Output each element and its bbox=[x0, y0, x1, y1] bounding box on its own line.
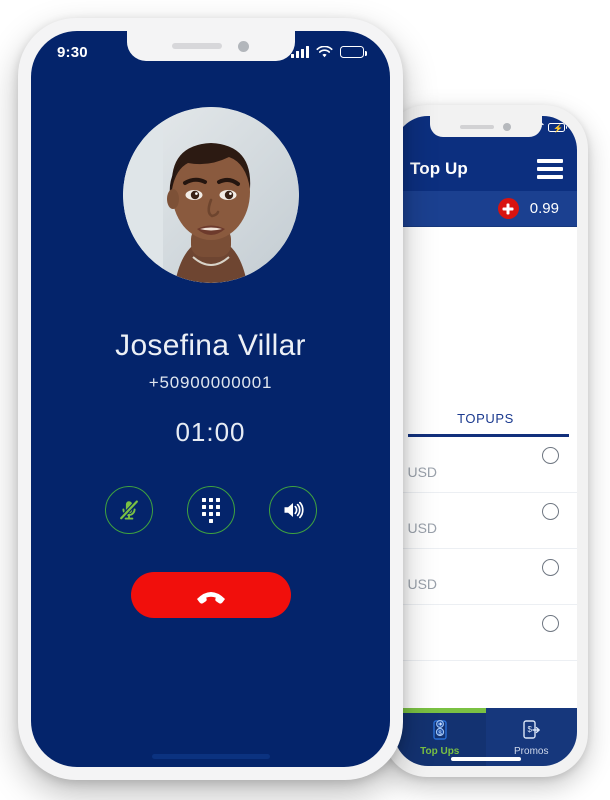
battery-charging-icon: ⚡ bbox=[548, 122, 567, 133]
topup-list: 00 USD 00 USD 00 USD bbox=[394, 437, 577, 661]
home-indicator[interactable] bbox=[151, 754, 270, 759]
signal-bars-icon bbox=[291, 46, 309, 58]
list-item[interactable]: 00 USD bbox=[394, 493, 577, 549]
content-spacer bbox=[394, 227, 577, 399]
mute-button[interactable] bbox=[104, 486, 153, 534]
caller-number: +50900000001 bbox=[148, 373, 273, 392]
left-phone-screen: 9:30 Josefina Villar +50900000001 01:00 bbox=[31, 31, 390, 767]
earpiece-speaker bbox=[172, 43, 222, 49]
right-phone-screen: ⚡ Top Up 0.99 TOPUPS USD USD USD $ Top U… bbox=[394, 116, 577, 766]
tab-topups-label: TOPUPS bbox=[457, 410, 514, 426]
battery-icon bbox=[340, 46, 367, 58]
phone-hangup-icon bbox=[196, 592, 225, 604]
list-item[interactable] bbox=[394, 605, 577, 661]
speaker-icon bbox=[284, 501, 304, 519]
screenshot-stage: ⚡ Top Up 0.99 TOPUPS USD USD USD $ Top U… bbox=[0, 0, 610, 800]
right-notch bbox=[429, 116, 542, 137]
balance-bar: 0.99 bbox=[394, 191, 577, 227]
left-status-icons bbox=[291, 45, 367, 59]
active-tab-accent bbox=[394, 708, 486, 713]
right-status-bar: ⚡ bbox=[394, 116, 577, 146]
right-content-area: TOPUPS 00 USD 00 USD 00 USD bbox=[394, 227, 577, 766]
dialpad-icon bbox=[201, 497, 220, 523]
keypad-button[interactable] bbox=[186, 486, 235, 534]
page-title: Top Up bbox=[410, 158, 468, 178]
radio-button[interactable] bbox=[542, 559, 559, 576]
front-camera bbox=[503, 122, 511, 131]
tab-topups[interactable]: TOPUPS bbox=[394, 399, 577, 437]
call-screen: Josefina Villar +50900000001 01:00 bbox=[31, 73, 390, 767]
microphone-muted-icon bbox=[118, 499, 139, 521]
radio-button[interactable] bbox=[542, 503, 559, 520]
speaker-button[interactable] bbox=[268, 486, 317, 534]
home-indicator[interactable] bbox=[450, 757, 521, 761]
end-call-wrap bbox=[130, 572, 291, 618]
left-status-bar: 9:30 bbox=[31, 31, 390, 73]
phone-device-right: ⚡ Top Up 0.99 TOPUPS USD USD USD $ Top U… bbox=[383, 105, 588, 777]
phone-device-left: 9:30 Josefina Villar +50900000001 01:00 bbox=[18, 18, 403, 780]
earpiece-speaker bbox=[460, 124, 494, 129]
list-item[interactable]: 00 USD bbox=[394, 437, 577, 493]
topup-card-icon: $ bbox=[433, 720, 447, 740]
hamburger-menu-icon[interactable] bbox=[537, 158, 563, 179]
radio-button[interactable] bbox=[542, 447, 559, 464]
status-time: 9:30 bbox=[57, 43, 88, 61]
end-call-button[interactable] bbox=[130, 572, 291, 618]
balance-amount: 0.99 bbox=[529, 200, 559, 217]
avatar bbox=[122, 107, 299, 283]
nav-label-topups: Top Ups bbox=[420, 746, 460, 757]
plus-circle-icon[interactable] bbox=[497, 198, 519, 219]
caller-name: Josefina Villar bbox=[115, 329, 306, 362]
svg-text:$: $ bbox=[528, 725, 533, 734]
radio-button[interactable] bbox=[542, 615, 559, 632]
caller-photo bbox=[122, 107, 299, 283]
call-timer: 01:00 bbox=[175, 417, 246, 447]
list-item[interactable]: 00 USD bbox=[394, 549, 577, 605]
wifi-icon bbox=[316, 45, 333, 57]
right-app-header: Top Up bbox=[394, 146, 577, 191]
front-camera bbox=[238, 40, 249, 52]
nav-label-promos: Promos bbox=[514, 746, 549, 757]
left-notch bbox=[126, 31, 295, 61]
call-controls bbox=[104, 486, 317, 534]
promo-transfer-icon: $ bbox=[523, 720, 541, 739]
